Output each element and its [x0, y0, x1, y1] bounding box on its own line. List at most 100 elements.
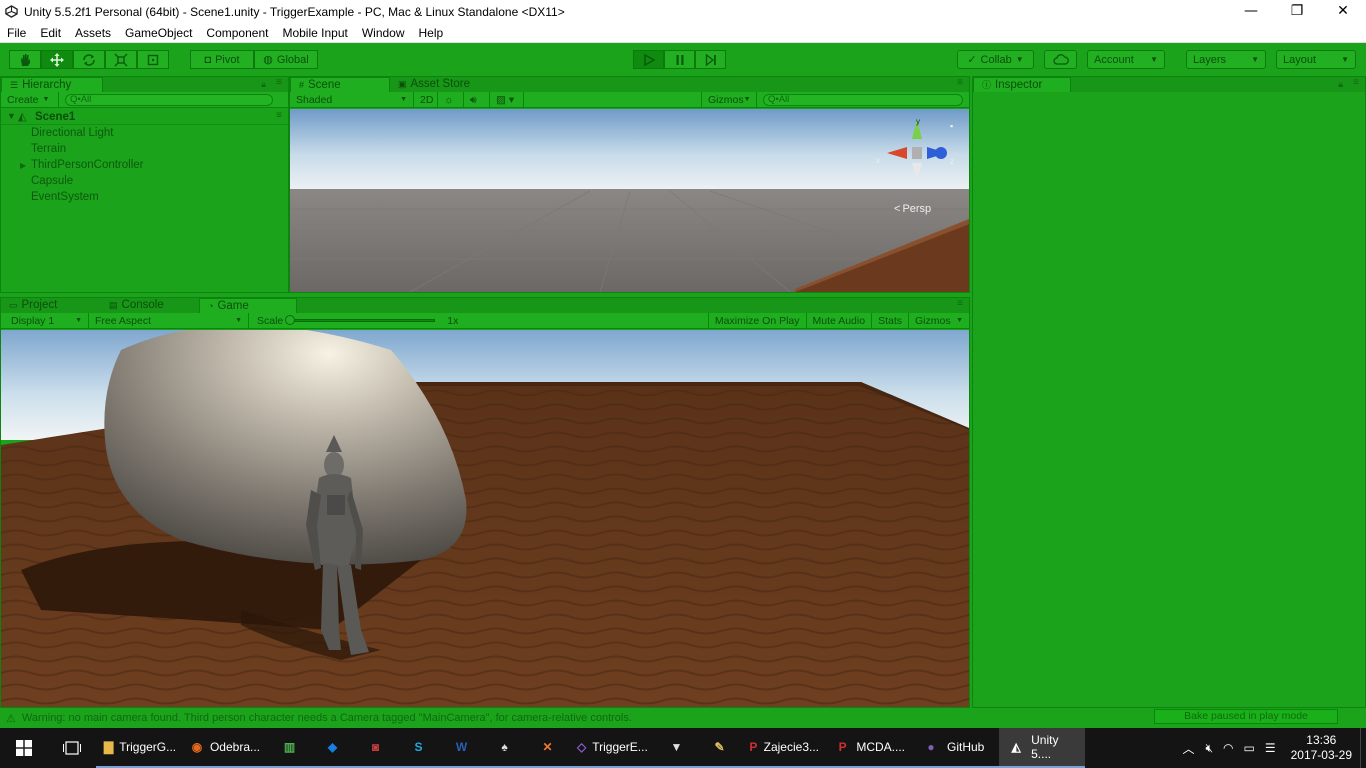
panel-menu-icon[interactable]: ≡ [957, 298, 963, 309]
close-button[interactable]: ✕ [1320, 0, 1366, 23]
mute-audio-toggle[interactable]: Mute Audio [807, 312, 873, 329]
rect-tool-icon[interactable] [137, 50, 169, 69]
hierarchy-item[interactable]: EventSystem [31, 191, 99, 203]
play-button[interactable] [633, 50, 664, 69]
tab-hierarchy[interactable]: ☰ Hierarchy [1, 77, 103, 92]
wifi-icon[interactable]: ◠ [1218, 741, 1238, 755]
taskbar-app-button[interactable]: ▼ [655, 728, 698, 768]
lock-icon[interactable]: 🔒︎ [261, 79, 266, 90]
scale-tool-icon[interactable] [105, 50, 137, 69]
lighting-toggle-icon[interactable]: ☼ [438, 91, 464, 108]
cloud-button[interactable] [1044, 50, 1077, 69]
effects-dropdown-icon[interactable]: ▨ ▾ [490, 91, 524, 108]
layers-dropdown[interactable]: Layers ▼ [1186, 50, 1266, 69]
tab-scene[interactable]: # Scene [290, 77, 390, 92]
volume-muted-icon[interactable]: 🔇︎ [1200, 741, 1218, 756]
clock[interactable]: 13:36 2017-03-29 [1281, 733, 1360, 763]
hierarchy-item[interactable]: ThirdPersonController [31, 159, 144, 171]
menu-help[interactable]: Help [412, 26, 451, 40]
taskbar-app-label: TriggerE... [592, 740, 648, 754]
shading-mode-dropdown[interactable]: Shaded ▼ [290, 91, 414, 108]
panel-menu-icon[interactable]: ≡ [1353, 77, 1359, 88]
taskbar-app-button[interactable]: P MCDA.... [827, 728, 913, 768]
scale-slider[interactable] [285, 315, 436, 325]
taskbar-app-button[interactable]: S [397, 728, 440, 768]
expand-arrow-icon[interactable]: ▼ [7, 111, 16, 121]
panel-menu-icon[interactable]: ≡ [957, 77, 963, 88]
hierarchy-item[interactable]: Terrain [31, 143, 66, 155]
scene-gizmo-axis-icon[interactable] [875, 117, 960, 192]
show-desktop-button[interactable] [1360, 728, 1366, 768]
taskbar-app-button[interactable]: ◇ TriggerE... [569, 728, 655, 768]
menu-edit[interactable]: Edit [33, 26, 68, 40]
scene-gizmos-dropdown[interactable]: Gizmos ▼ [701, 91, 757, 108]
start-button[interactable] [0, 728, 48, 768]
global-button[interactable]: ◍ Global [254, 50, 318, 69]
restore-button[interactable]: ❐ [1274, 0, 1320, 23]
pivot-button[interactable]: ◘ Pivot [190, 50, 254, 69]
taskbar-app-button[interactable]: ✕ [526, 728, 569, 768]
pivot-label: Pivot [215, 53, 240, 66]
game-viewport[interactable] [1, 330, 969, 707]
scene-viewport[interactable]: y x z ▪ < Persp [290, 109, 969, 292]
taskbar-app-button[interactable]: ◙ [354, 728, 397, 768]
taskbar-app-button[interactable]: W [440, 728, 483, 768]
hierarchy-item[interactable]: Directional Light [31, 127, 113, 139]
expand-arrow-icon[interactable]: ▶ [20, 161, 26, 170]
menu-assets[interactable]: Assets [68, 26, 118, 40]
game-gizmos-dropdown[interactable]: Gizmos ▼ [909, 313, 969, 329]
move-tool-icon[interactable] [41, 50, 73, 69]
minimize-button[interactable]: — [1228, 0, 1274, 23]
lock-icon[interactable]: 🔒︎ [1338, 79, 1343, 90]
chart-icon: ▥ [283, 740, 296, 754]
dropdown-arrow-icon: ▼ [235, 316, 242, 324]
menu-file[interactable]: File [0, 26, 33, 40]
tab-inspector[interactable]: ⓘ Inspector [973, 77, 1071, 92]
audio-toggle-icon[interactable]: 🔊︎ [464, 91, 490, 108]
task-view-button[interactable] [48, 728, 96, 768]
tab-project[interactable]: ▭ Project [1, 298, 101, 313]
scene-search-input[interactable]: Q•All [763, 93, 963, 106]
taskbar-app-button[interactable]: ▇ TriggerG... [96, 728, 182, 768]
stats-toggle[interactable]: Stats [872, 312, 909, 329]
taskbar-app-button[interactable]: ● GitHub [913, 728, 999, 768]
battery-icon[interactable]: ▭ [1239, 741, 1260, 755]
menu-gameobject[interactable]: GameObject [118, 26, 199, 40]
display-dropdown[interactable]: Display 1 ▼ [1, 312, 89, 329]
scale-slider-handle[interactable] [285, 315, 296, 325]
hand-tool-icon[interactable] [9, 50, 41, 69]
tray-expand-icon[interactable]: ︿ [1176, 740, 1200, 757]
taskbar-app-button[interactable]: ◭ Unity 5.... [999, 728, 1085, 768]
tab-console[interactable]: ▤ Console [101, 298, 199, 313]
hierarchy-search-input[interactable]: Q•All [65, 93, 273, 106]
action-center-icon[interactable]: ☰ [1260, 741, 1281, 755]
menu-window[interactable]: Window [355, 26, 412, 40]
pause-button[interactable] [664, 50, 695, 69]
taskbar-app-button[interactable]: ♠ [483, 728, 526, 768]
tab-asset-store[interactable]: ▣ Asset Store [390, 77, 480, 92]
collab-button[interactable]: ✓ Collab ▼ [957, 50, 1034, 69]
menu-component[interactable]: Component [199, 26, 275, 40]
layout-dropdown[interactable]: Layout ▼ [1276, 50, 1356, 69]
create-dropdown[interactable]: Create ▼ [1, 91, 59, 108]
scene-row[interactable]: ▼ ◭ Scene1 ≡ [1, 110, 288, 125]
taskbar-app-button[interactable]: ◆ [311, 728, 354, 768]
menu-mobile-input[interactable]: Mobile Input [275, 26, 354, 40]
scene-view-render [290, 109, 969, 292]
projection-toggle[interactable]: < Persp [894, 203, 931, 215]
scene-menu-icon[interactable]: ≡ [276, 110, 282, 121]
rotate-tool-icon[interactable] [73, 50, 105, 69]
aspect-dropdown[interactable]: Free Aspect ▼ [89, 312, 249, 329]
account-dropdown[interactable]: Account ▼ [1087, 50, 1165, 69]
hierarchy-item[interactable]: Capsule [31, 175, 73, 187]
taskbar-app-button[interactable]: ▥ [268, 728, 311, 768]
taskbar-app-button[interactable]: ◉ Odebra... [182, 728, 268, 768]
panel-menu-icon[interactable]: ≡ [276, 77, 282, 88]
tab-game[interactable]: ◔ Game [199, 298, 297, 313]
taskbar-app-button[interactable]: P Zajecie3... [741, 728, 827, 768]
gizmo-lock-icon[interactable]: ▪ [950, 121, 953, 131]
taskbar-app-button[interactable]: ✎ [698, 728, 741, 768]
maximize-on-play-toggle[interactable]: Maximize On Play [707, 312, 807, 329]
step-button[interactable] [695, 50, 726, 69]
toggle-2d-button[interactable]: 2D [414, 91, 438, 108]
